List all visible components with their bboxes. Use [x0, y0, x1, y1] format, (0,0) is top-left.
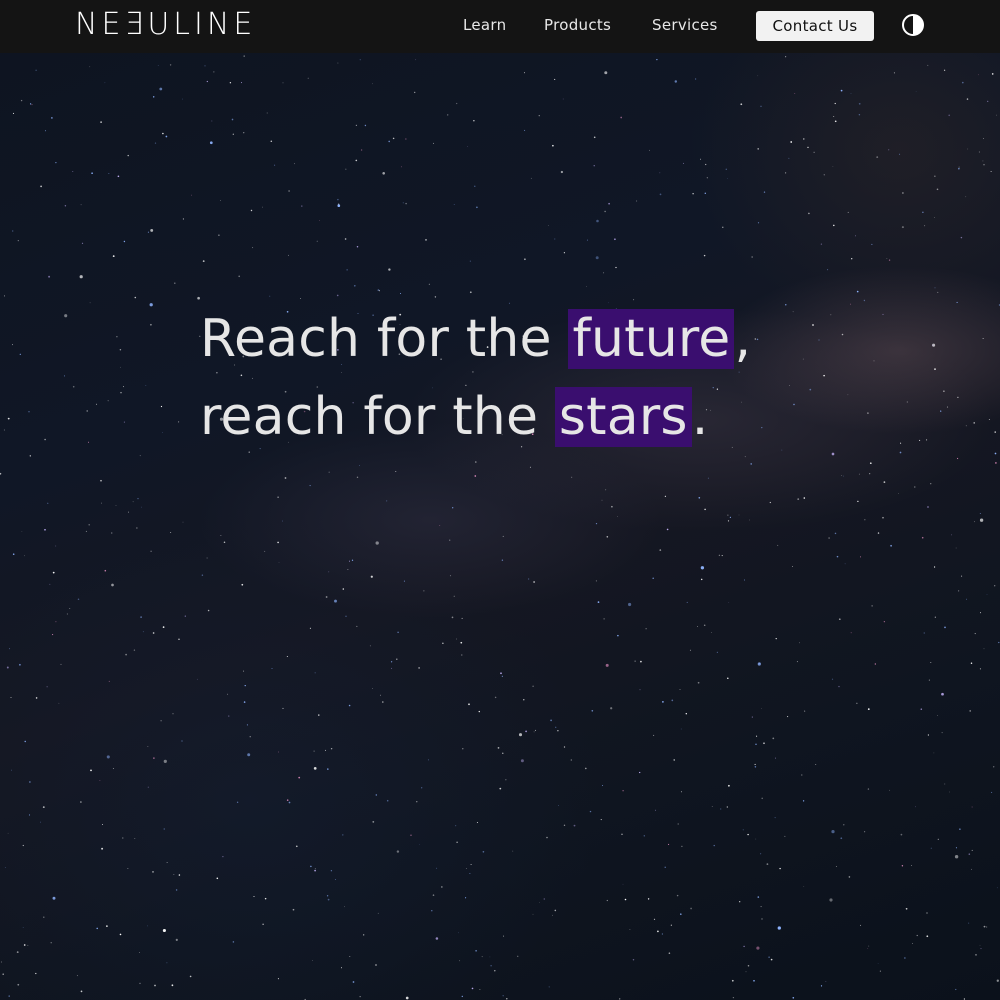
theme-toggle-button[interactable] [901, 13, 925, 37]
hero-heading: Reach for the future, reach for the star… [200, 300, 900, 456]
starfield-background [0, 55, 1000, 1000]
hero-line-1-prefix: Reach for the [200, 309, 569, 369]
nav-link-services[interactable]: Services [652, 14, 718, 36]
page: NEƎULINE Learn Products Services Contact… [0, 0, 1000, 1000]
navbar: NEƎULINE Learn Products Services Contact… [0, 0, 1000, 53]
contrast-icon [902, 14, 924, 36]
hero-line-2-suffix: . [691, 387, 709, 447]
hero-highlight-stars: stars [554, 387, 692, 447]
hero-line-2: reach for the stars. [200, 378, 900, 456]
brand-logo[interactable]: NEƎULINE [75, 5, 256, 45]
hero-line-2-prefix: reach for the [200, 387, 555, 447]
hero-line-1-suffix: , [734, 309, 752, 369]
nav-link-products[interactable]: Products [544, 14, 611, 36]
hero-line-1: Reach for the future, [200, 300, 900, 378]
hero-highlight-future: future [568, 309, 735, 369]
nav-link-learn[interactable]: Learn [463, 14, 506, 36]
contact-us-button[interactable]: Contact Us [756, 11, 874, 41]
